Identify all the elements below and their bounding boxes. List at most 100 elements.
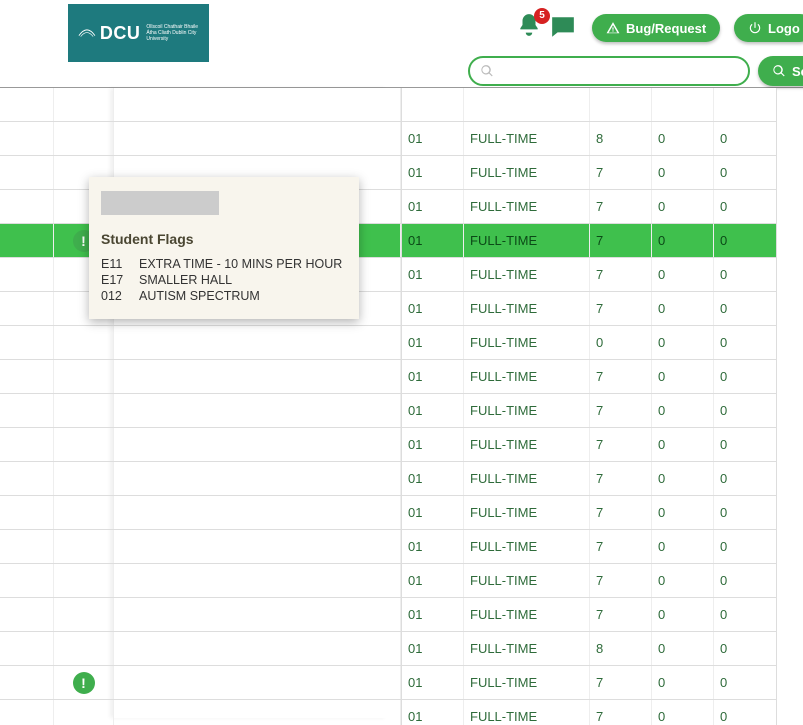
right-table: 01FULL-TIME80001FULL-TIME70001FULL-TIME7… [401, 88, 777, 725]
left-cell-c [114, 360, 401, 393]
flag-cell [54, 462, 114, 495]
student-flags-tooltip: Student Flags E11EXTRA TIME - 10 MINS PE… [89, 177, 359, 319]
left-cell-c [114, 530, 401, 563]
table-row[interactable]: 01FULL-TIME700 [402, 598, 776, 632]
left-cell-a [0, 360, 54, 393]
left-cell-a [0, 190, 54, 223]
left-table-row[interactable] [0, 530, 401, 564]
cell-c4: 0 [652, 496, 714, 529]
cell-c3 [590, 88, 652, 121]
search-input[interactable] [500, 64, 738, 79]
table-row[interactable]: 01FULL-TIME800 [402, 122, 776, 156]
cell-c3: 7 [590, 190, 652, 223]
flag-cell [54, 360, 114, 393]
cell-c1: 01 [402, 666, 464, 699]
left-cell-c [114, 700, 401, 725]
cell-c4: 0 [652, 292, 714, 325]
search-box[interactable] [468, 56, 750, 86]
cell-c2: FULL-TIME [464, 156, 590, 189]
flag-cell [54, 564, 114, 597]
flag-cell [54, 122, 114, 155]
left-table-row[interactable] [0, 360, 401, 394]
cell-c3: 0 [590, 326, 652, 359]
cell-c1: 01 [402, 564, 464, 597]
table-row[interactable]: 01FULL-TIME700 [402, 394, 776, 428]
left-table-row[interactable] [0, 428, 401, 462]
left-table-row[interactable] [0, 666, 401, 700]
table-row[interactable]: 01FULL-TIME700 [402, 496, 776, 530]
left-table-row[interactable] [0, 326, 401, 360]
cell-c5: 0 [714, 666, 776, 699]
table-row[interactable]: 01FULL-TIME700 [402, 700, 776, 725]
table-row[interactable]: 01FULL-TIME700 [402, 156, 776, 190]
bug-request-button[interactable]: Bug/Request [592, 14, 720, 42]
left-table-row[interactable] [0, 700, 401, 725]
cell-c4: 0 [652, 632, 714, 665]
table-row[interactable]: 01FULL-TIME700 [402, 530, 776, 564]
cell-c1: 01 [402, 632, 464, 665]
cell-c1 [402, 88, 464, 121]
left-table-row[interactable] [0, 88, 401, 122]
cell-c1: 01 [402, 360, 464, 393]
table-row[interactable]: 01FULL-TIME700 [402, 224, 776, 258]
flag-row: E11EXTRA TIME - 10 MINS PER HOUR [101, 257, 347, 271]
table-row[interactable]: 01FULL-TIME700 [402, 462, 776, 496]
left-table-row[interactable] [0, 394, 401, 428]
cell-c3: 7 [590, 496, 652, 529]
messages-button[interactable] [550, 14, 576, 38]
left-table-row[interactable] [0, 496, 401, 530]
cell-c4: 0 [652, 530, 714, 563]
flag-indicator-icon[interactable] [73, 672, 95, 694]
cell-c2: FULL-TIME [464, 258, 590, 291]
cell-c3: 8 [590, 632, 652, 665]
cell-c2: FULL-TIME [464, 292, 590, 325]
cell-c4 [652, 88, 714, 121]
flag-cell [54, 530, 114, 563]
cell-c5: 0 [714, 258, 776, 291]
flag-cell [54, 700, 114, 725]
cell-c3: 7 [590, 462, 652, 495]
left-table-row[interactable] [0, 564, 401, 598]
cell-c5: 0 [714, 428, 776, 461]
warning-icon [606, 21, 620, 35]
cell-c1: 01 [402, 394, 464, 427]
logo-subtitle: Ollscoil Chathair Bhaile Átha Cliath Dub… [146, 24, 209, 42]
left-cell-c [114, 598, 401, 631]
table-row[interactable]: 01FULL-TIME000 [402, 326, 776, 360]
left-table-row[interactable] [0, 632, 401, 666]
table-row[interactable]: 01FULL-TIME700 [402, 258, 776, 292]
left-cell-a [0, 122, 54, 155]
cell-c4: 0 [652, 122, 714, 155]
cell-c4: 0 [652, 564, 714, 597]
flag-cell [54, 632, 114, 665]
left-cell-a [0, 700, 54, 725]
cell-c5: 0 [714, 156, 776, 189]
cell-c5: 0 [714, 496, 776, 529]
left-table-row[interactable] [0, 598, 401, 632]
table-row[interactable]: 01FULL-TIME700 [402, 428, 776, 462]
cell-c3: 7 [590, 258, 652, 291]
logout-button[interactable]: Logo [734, 14, 803, 42]
cell-c2: FULL-TIME [464, 326, 590, 359]
cell-c3: 7 [590, 598, 652, 631]
cell-c5: 0 [714, 530, 776, 563]
cell-c4: 0 [652, 462, 714, 495]
table-row[interactable]: 01FULL-TIME700 [402, 360, 776, 394]
cell-c3: 8 [590, 122, 652, 155]
header: DCU Ollscoil Chathair Bhaile Átha Cliath… [0, 0, 803, 88]
table-row[interactable]: 01FULL-TIME700 [402, 666, 776, 700]
table-row[interactable]: 01FULL-TIME800 [402, 632, 776, 666]
dcu-logo[interactable]: DCU Ollscoil Chathair Bhaile Átha Cliath… [68, 4, 209, 62]
search-button[interactable]: Se [758, 56, 803, 86]
left-table-row[interactable] [0, 122, 401, 156]
left-table-row[interactable] [0, 462, 401, 496]
table-row[interactable]: 01FULL-TIME700 [402, 564, 776, 598]
cell-c3: 7 [590, 428, 652, 461]
cell-c4: 0 [652, 428, 714, 461]
table-row[interactable]: 01FULL-TIME700 [402, 292, 776, 326]
flag-cell [54, 496, 114, 529]
table-row[interactable] [402, 88, 776, 122]
cell-c4: 0 [652, 156, 714, 189]
table-row[interactable]: 01FULL-TIME700 [402, 190, 776, 224]
notifications-button[interactable]: 5 [516, 12, 542, 40]
